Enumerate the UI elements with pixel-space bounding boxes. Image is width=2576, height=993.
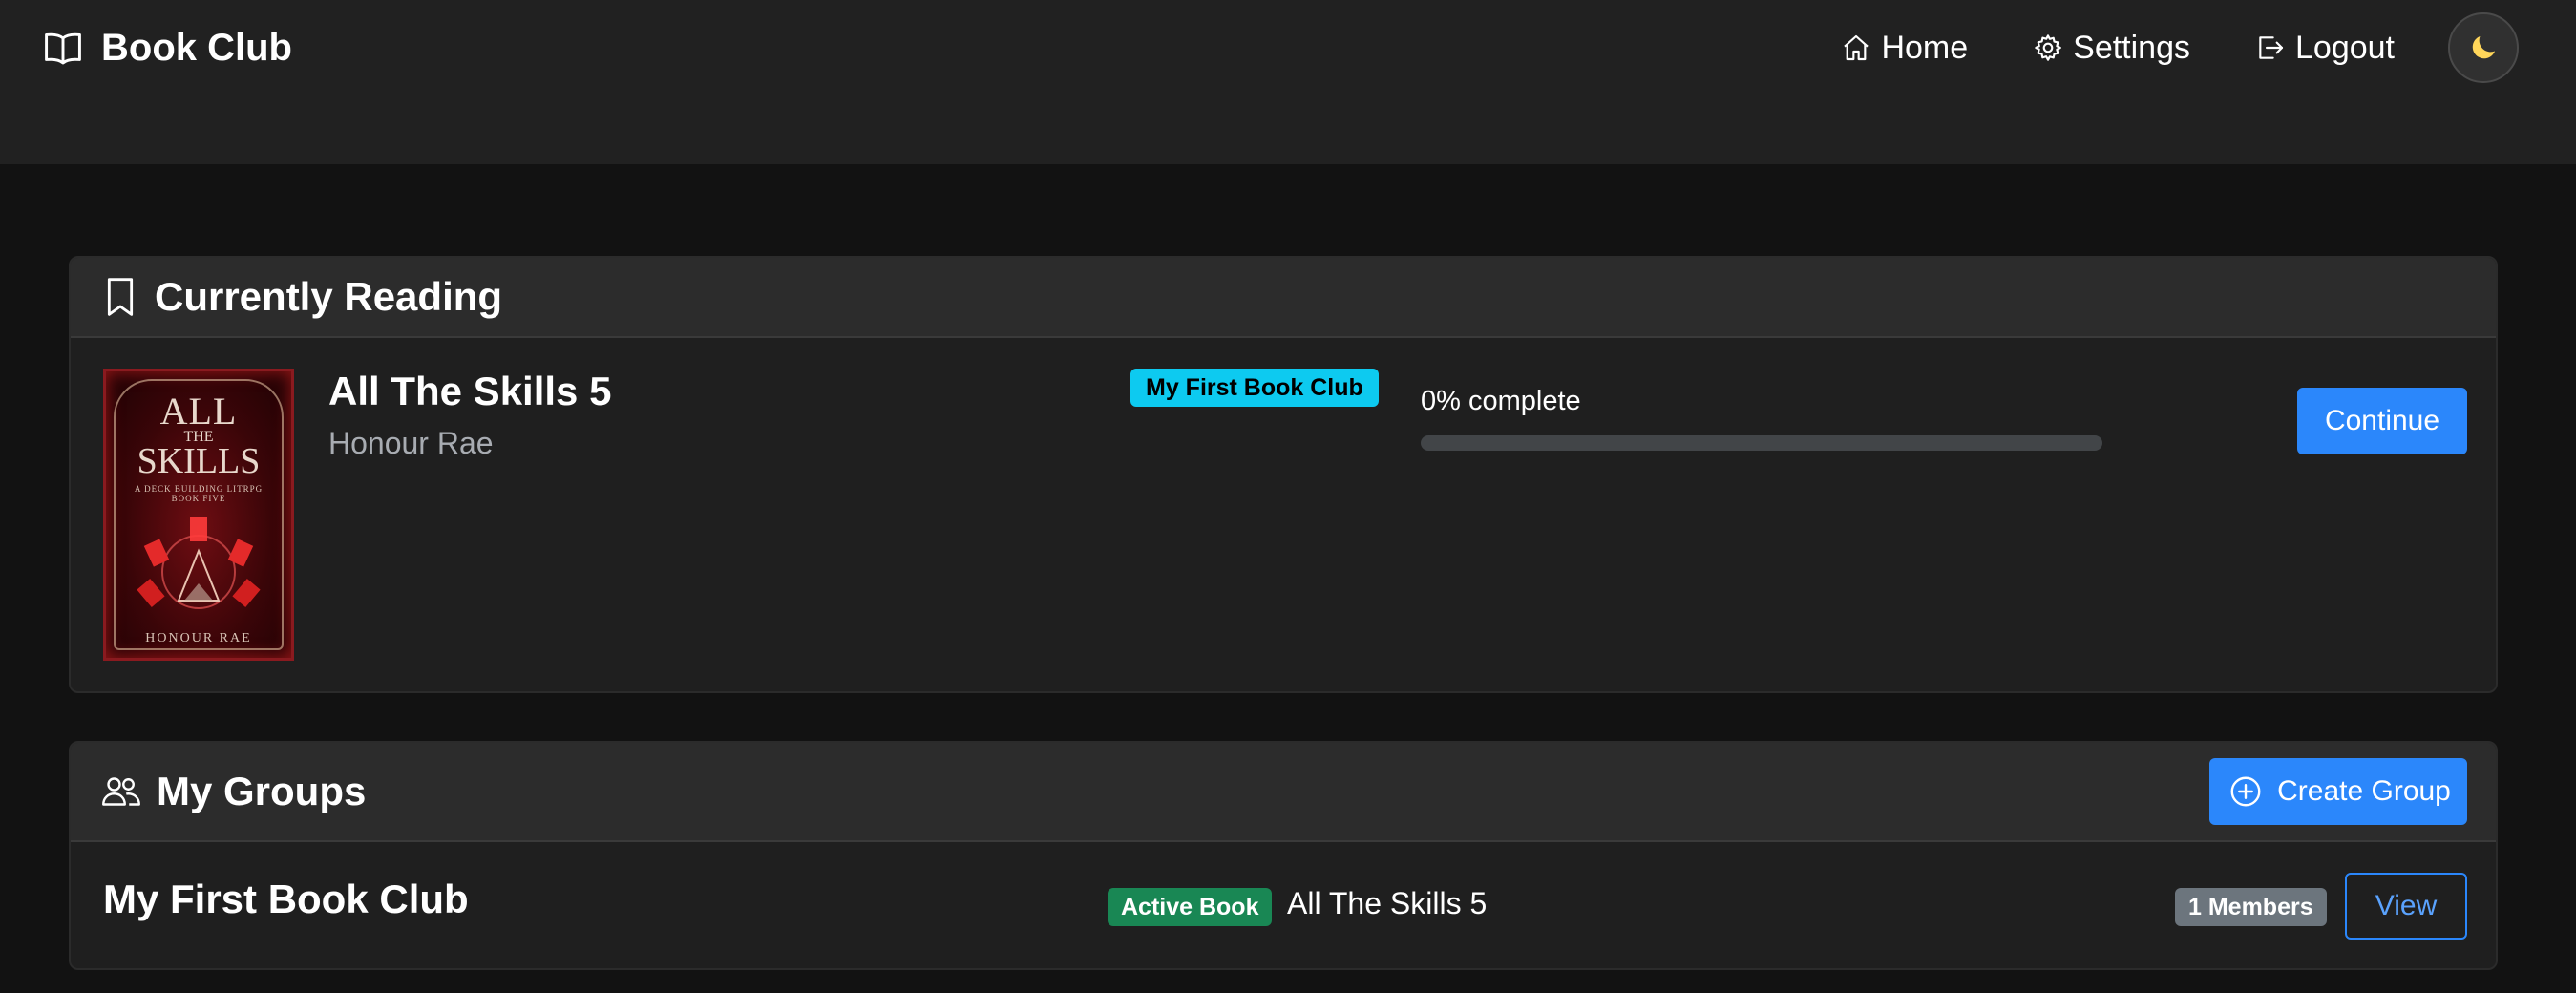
currently-reading-card: Currently Reading ALL THE SKILLS A DECK … — [69, 256, 2498, 693]
active-book-title: All The Skills 5 — [1287, 886, 1488, 920]
book-author: Honour Rae — [328, 426, 494, 460]
progress-bar — [1421, 435, 2102, 451]
cover-artwork — [137, 517, 261, 609]
continue-button[interactable]: Continue — [2297, 388, 2467, 454]
moon-icon — [2472, 35, 2496, 59]
users-icon — [102, 777, 140, 806]
currently-reading-title: Currently Reading — [155, 274, 503, 319]
bookmark-icon — [107, 278, 134, 316]
logout-icon — [2259, 36, 2284, 59]
nav-settings[interactable]: Settings — [2033, 30, 2190, 67]
members-badge: 1 Members — [2175, 888, 2327, 926]
group-name: My First Book Club — [103, 877, 469, 921]
nav-links: Home Settings Logout — [1841, 23, 2395, 73]
view-group-button[interactable]: View — [2345, 873, 2467, 940]
book-icon — [45, 32, 81, 65]
nav-home-label: Home — [1881, 29, 1969, 66]
cover-subtitle: A DECK BUILDING LITRPG BOOK FIVE — [106, 484, 291, 503]
progress-label: 0% complete — [1421, 386, 1581, 416]
home-icon — [1844, 34, 1869, 61]
navbar: Book Club Home Settings Logout — [0, 0, 2576, 164]
book-cover[interactable]: ALL THE SKILLS A DECK BUILDING LITRPG BO… — [103, 369, 294, 661]
book-title[interactable]: All The Skills 5 — [328, 369, 611, 414]
nav-settings-label: Settings — [2073, 29, 2190, 66]
plus-circle-icon — [2230, 776, 2261, 807]
active-book-badge: Active Book — [1108, 888, 1273, 926]
my-groups-title: My Groups — [157, 769, 367, 813]
cover-title-line3: SKILLS — [137, 441, 261, 481]
nav-logout[interactable]: Logout — [2255, 30, 2395, 67]
cover-title-line1: ALL — [159, 390, 238, 433]
nav-home[interactable]: Home — [1841, 30, 1968, 67]
gear-icon — [2035, 34, 2062, 61]
my-groups-header: My Groups Create Group — [71, 743, 2496, 842]
theme-toggle-button[interactable] — [2448, 12, 2519, 83]
book-group-badge: My First Book Club — [1130, 369, 1379, 407]
brand-name: Book Club — [101, 26, 292, 69]
cover-series: A DECK BUILDING LITRPG — [134, 484, 264, 494]
cover-book-number: BOOK FIVE — [171, 494, 226, 503]
my-groups-card: My Groups Create Group My First Book Clu… — [69, 741, 2498, 970]
cover-author: HONOUR RAE — [145, 631, 252, 645]
create-group-label: Create Group — [2277, 775, 2451, 807]
nav-logout-label: Logout — [2295, 29, 2395, 66]
brand[interactable]: Book Club — [42, 23, 292, 73]
create-group-button[interactable]: Create Group — [2209, 758, 2467, 825]
currently-reading-header: Currently Reading — [71, 258, 2496, 338]
